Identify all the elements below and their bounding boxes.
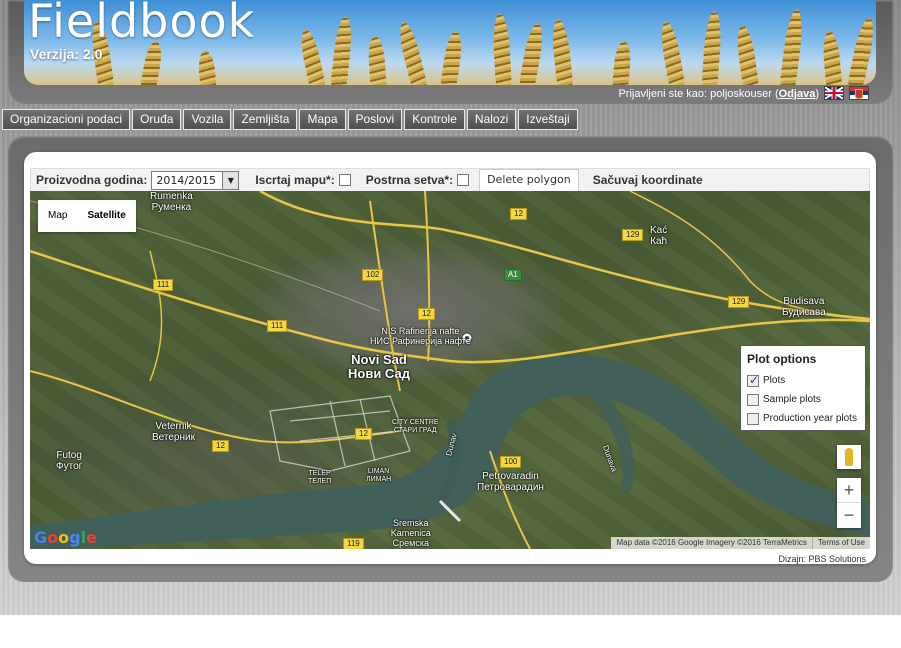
plot-options-panel: Plot options Plots Sample plots Producti… (740, 345, 866, 431)
header-banner: Fieldbook Verzija: 2.0 (24, 0, 876, 85)
menu-item-kontrole[interactable]: Kontrole (404, 109, 465, 130)
chevron-down-icon[interactable]: ▼ (222, 171, 239, 189)
menu-item-izvestaji[interactable]: Izveštaji (518, 109, 578, 130)
zoom-control: + − (837, 478, 861, 528)
delete-polygon-button[interactable]: Delete polygon (479, 169, 579, 191)
place-label-rumenka: Rumenka Руменка (150, 191, 193, 213)
uk-flag-icon[interactable] (824, 86, 844, 100)
main-menu: Organizacioni podaci Oruđa Vozila Zemlji… (2, 109, 578, 130)
production-year-plots-checkbox[interactable] (747, 412, 759, 425)
menu-item-vozila[interactable]: Vozila (183, 109, 232, 130)
map-type-control: Map Satellite (38, 200, 136, 232)
app-title: Fieldbook (28, 0, 256, 48)
save-coordinates-button[interactable]: Sačuvaj koordinate (593, 173, 703, 187)
place-label-liman: LIMAN ЛИМАН (366, 468, 392, 483)
road-badge: 12 (355, 428, 372, 440)
login-info: Prijavljeni ste kao: poljoskouser (Odjav… (618, 88, 819, 100)
menu-item-mapa[interactable]: Mapa (299, 109, 346, 130)
logout-link[interactable]: Odjava (779, 88, 816, 100)
road-badge: 111 (153, 279, 174, 291)
map-type-satellite-button[interactable]: Satellite (77, 200, 135, 232)
sample-plots-checkbox[interactable] (747, 393, 759, 406)
place-label-city-centre: CITY CENTRE СТАРИ ГРАД (392, 419, 439, 434)
plot-option-sample-plots[interactable]: Sample plots (747, 390, 859, 409)
year-label: Proizvodna godina: (36, 173, 148, 187)
draw-map-checkbox[interactable] (338, 174, 351, 186)
post-sowing-checkbox[interactable] (457, 174, 470, 186)
plot-option-plots[interactable]: Plots (747, 371, 859, 390)
road-badge: 12 (418, 308, 435, 320)
menu-item-organizacioni-podaci[interactable]: Organizacioni podaci (2, 109, 131, 130)
menu-item-nalozi[interactable]: Nalozi (466, 109, 517, 130)
google-logo: Google (34, 528, 97, 547)
road-badge: 12 (510, 208, 527, 220)
road-badge: 119 (343, 538, 364, 549)
design-credit: Dizajn: PBS Solutions (778, 554, 866, 564)
place-label-nis-refinery: NIS Rafinerija nafte НИС Рафинерија нафте (370, 326, 471, 346)
place-label-novi-sad: Novi Sad Нови Сад (348, 352, 410, 381)
road-network (30, 370, 401, 444)
sample-plots-label: Sample plots (763, 394, 821, 405)
login-prefix: Prijavljeni ste kao: poljoskouser ( (618, 88, 779, 100)
place-label-futog: Futog Футог (56, 450, 83, 472)
place-label-veternik: Veternik Ветерник (152, 421, 195, 443)
serbia-flag-icon[interactable] (849, 86, 869, 100)
menu-item-orudja[interactable]: Oruđa (132, 109, 182, 130)
road-badge: A1 (504, 269, 522, 281)
menu-item-zemljista[interactable]: Zemljišta (233, 109, 298, 130)
river-arm (590, 391, 634, 491)
road-badge: 12 (212, 440, 229, 452)
post-sowing-label: Postrna setva*: (365, 173, 454, 187)
plot-options-title: Plot options (747, 352, 817, 366)
road-badge: 111 (267, 320, 288, 332)
place-label-petrovaradin: Petrovaradin Петроварадин (477, 471, 544, 493)
draw-map-label: Iscrtaj mapu*: (255, 173, 335, 187)
zoom-in-button[interactable]: + (837, 478, 861, 503)
terms-of-use-link[interactable]: Terms of Use (811, 537, 870, 549)
road-badge: 129 (622, 229, 644, 241)
plots-checkbox[interactable] (747, 373, 759, 387)
login-suffix: ) (815, 88, 819, 100)
city-streets (269, 395, 411, 472)
year-select-value: 2014/2015 (156, 173, 217, 187)
attribution-text: Map data ©2016 Google Imagery ©2016 Terr… (616, 538, 807, 547)
road-network (629, 191, 870, 320)
place-label-budisava: Budisava Будисава (782, 296, 826, 318)
year-select[interactable]: 2014/2015 ▼ (151, 170, 240, 190)
production-year-plots-label: Production year plots (763, 413, 857, 424)
zoom-out-button[interactable]: − (837, 503, 861, 528)
street-view-pegman-icon[interactable] (837, 445, 861, 469)
place-label-kac: Kać Каћ (650, 225, 668, 247)
map-attribution: Map data ©2016 Google Imagery ©2016 Terr… (611, 537, 870, 549)
map-view[interactable]: Rumenka Руменка Novi Sad Нови Сад Veternik… (30, 191, 870, 549)
road-network (149, 250, 163, 382)
plot-option-production-year-plots[interactable]: Production year plots (747, 409, 859, 428)
road-badge: 100 (500, 456, 522, 468)
menu-item-poslovi[interactable]: Poslovi (347, 109, 403, 130)
version-label: Verzija: 2.0 (30, 46, 103, 62)
map-type-map-button[interactable]: Map (38, 200, 77, 232)
road-badge: 102 (362, 269, 384, 281)
road-badge: 129 (728, 296, 750, 308)
map-toolbar: Proizvodna godina: 2014/2015 ▼ Iscrtaj m… (30, 168, 870, 191)
plots-label: Plots (763, 375, 786, 386)
place-label-telep: TELEP ТЕЛЕП (308, 470, 332, 485)
place-label-sremska-kamenica: SremskaKamenicaСремскаКаменица (390, 518, 432, 549)
